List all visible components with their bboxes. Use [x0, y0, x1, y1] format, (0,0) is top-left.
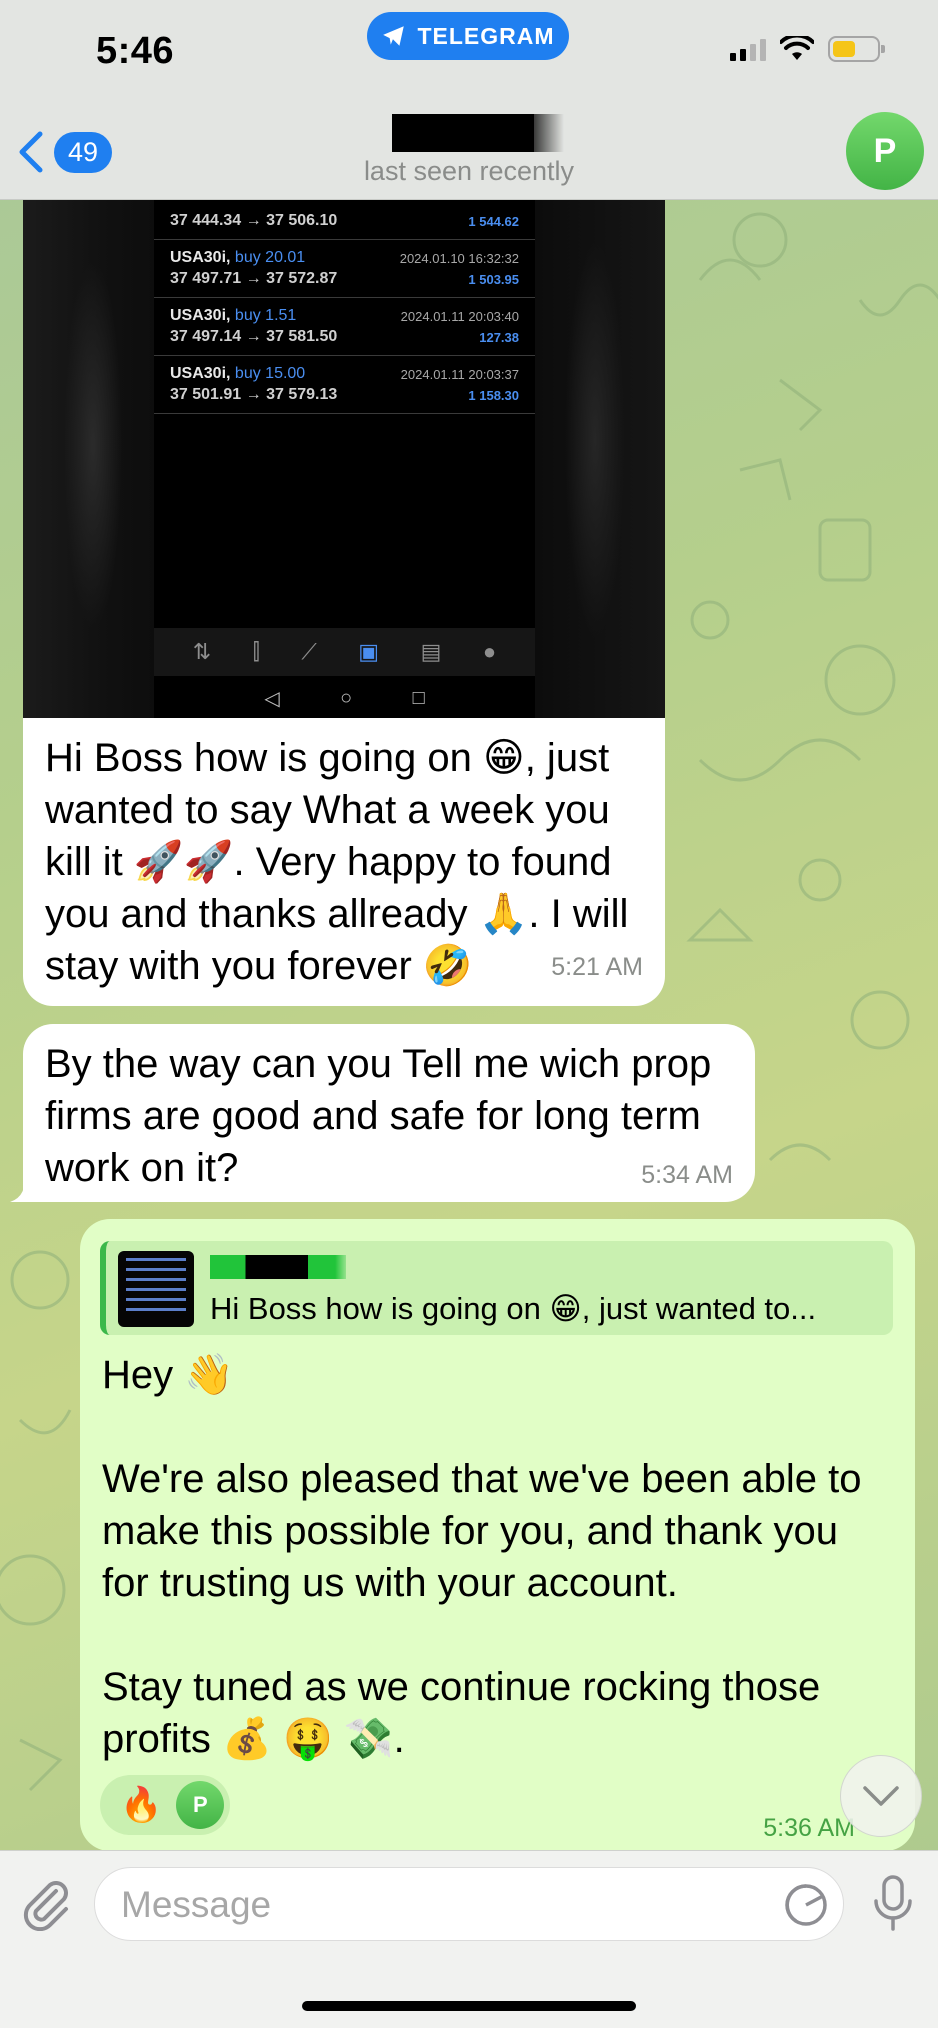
telegram-pill-label: TELEGRAM — [417, 22, 555, 49]
reaction-chip[interactable]: 🔥 P — [100, 1775, 230, 1835]
contact-name-redacted[interactable] — [392, 114, 564, 152]
bubble-tail — [10, 1172, 40, 1202]
trade-date: 2024.01.11 20:03:37 — [400, 367, 519, 382]
chevron-down-icon — [863, 1786, 899, 1806]
paperclip-icon[interactable] — [18, 1875, 74, 1931]
home-indicator — [302, 2001, 636, 2011]
trade-prices: 37 497.14 → 37 581.50 — [170, 328, 338, 345]
cellular-signal-icon — [730, 37, 766, 61]
sticker-icon[interactable] — [783, 1882, 829, 1928]
trade-symbol: USA30i, buy 20.01 — [170, 249, 306, 266]
trade-row: 37 444.34 → 37 506.10 1 544.62 — [154, 200, 535, 240]
home-circle-icon: ○ — [340, 686, 353, 709]
message-time: 5:36 AM — [763, 1814, 855, 1842]
message-time: 5:21 AM — [551, 953, 643, 981]
trade-row: USA30i, buy 20.01 37 497.71 → 37 572.87 … — [154, 240, 535, 298]
quotes-icon: ⇅ — [192, 639, 212, 664]
reply-quote[interactable]: Hi Boss how is going on 😁, just wanted t… — [100, 1241, 893, 1335]
attached-screenshot[interactable]: 37 444.34 → 37 506.10 1 544.62 USA30i, b… — [23, 200, 665, 718]
trade-symbol: USA30i, buy 1.51 — [170, 307, 297, 324]
last-seen-status: last seen recently — [363, 156, 575, 186]
message-composer — [0, 1850, 938, 2028]
trade-prices: 37 444.34 → 37 506.10 — [170, 212, 338, 229]
reply-author-redacted — [210, 1255, 346, 1279]
app-tab-bar: ⇅ ⫿ ⟋ ▣ ▤ ● — [154, 628, 535, 676]
contact-avatar[interactable]: P — [846, 112, 924, 190]
message-line: Hey 👋 — [102, 1353, 235, 1397]
trade-prices: 37 501.91 → 37 579.13 — [170, 386, 338, 403]
reply-snippet: Hi Boss how is going on 😁, just wanted t… — [210, 1291, 817, 1326]
trade-profit: 1 544.62 — [468, 214, 519, 229]
message-line: We're also pleased that we've been able … — [102, 1457, 862, 1605]
incoming-message-with-image[interactable]: 37 444.34 → 37 506.10 1 544.62 USA30i, b… — [23, 200, 665, 1006]
status-bar: 5:46 TELEGRAM — [0, 0, 938, 100]
telegram-return-pill[interactable]: TELEGRAM — [367, 12, 569, 60]
scroll-to-bottom-button[interactable] — [840, 1755, 922, 1837]
incoming-message[interactable]: By the way can you Tell me wich prop fir… — [23, 1024, 755, 1202]
trade-date: 2024.01.10 16:32:32 — [399, 251, 519, 266]
news-icon: ▤ — [420, 639, 442, 664]
chat-icon: ● — [482, 639, 497, 664]
trade-row: USA30i, buy 15.00 37 501.91 → 37 579.13 … — [154, 356, 535, 414]
trade-profit: 1 503.95 — [468, 272, 519, 287]
trade-row: USA30i, buy 1.51 37 497.14 → 37 581.50 2… — [154, 298, 535, 356]
status-time: 5:46 — [96, 30, 175, 72]
paper-plane-icon — [383, 26, 405, 46]
fire-reaction-icon: 🔥 — [120, 1786, 163, 1824]
trade-prices: 37 497.71 → 37 572.87 — [170, 270, 338, 287]
reactor-avatar: P — [176, 1781, 225, 1829]
android-nav-bar: ◁ ○ □ — [154, 678, 535, 718]
screenshot-blur-right — [535, 200, 665, 718]
message-input-box[interactable] — [94, 1867, 844, 1941]
trade-profit: 127.38 — [479, 330, 519, 345]
message-text: By the way can you Tell me wich prop fir… — [45, 1042, 712, 1190]
screenshot-blur-left — [23, 200, 154, 718]
chat-header: 49 last seen recently P — [0, 100, 938, 200]
microphone-icon[interactable] — [870, 1873, 916, 1935]
trade-profit: 1 158.30 — [468, 388, 519, 403]
trade-symbol: USA30i, buy 15.00 — [170, 365, 306, 382]
message-input[interactable] — [121, 1880, 761, 1930]
message-line: Stay tuned as we continue rocking those … — [102, 1665, 821, 1761]
chart-icon: ⫿ — [252, 639, 260, 664]
wifi-icon — [780, 36, 814, 60]
trade-date: 2024.01.11 20:03:40 — [400, 309, 519, 324]
reply-thumbnail — [118, 1251, 194, 1327]
history-icon: ▣ — [358, 639, 380, 664]
message-text: Hey 👋 We're also pleased that we've been… — [102, 1349, 892, 1765]
trade-icon: ⟋ — [301, 639, 317, 664]
trading-app-screenshot: 37 444.34 → 37 506.10 1 544.62 USA30i, b… — [154, 200, 535, 718]
system-icons — [730, 36, 885, 62]
battery-icon — [828, 36, 885, 62]
outgoing-message[interactable]: Hi Boss how is going on 😁, just wanted t… — [80, 1219, 915, 1851]
message-time: 5:34 AM — [641, 1161, 733, 1189]
back-triangle-icon: ◁ — [264, 687, 280, 710]
recents-square-icon: □ — [412, 686, 425, 709]
